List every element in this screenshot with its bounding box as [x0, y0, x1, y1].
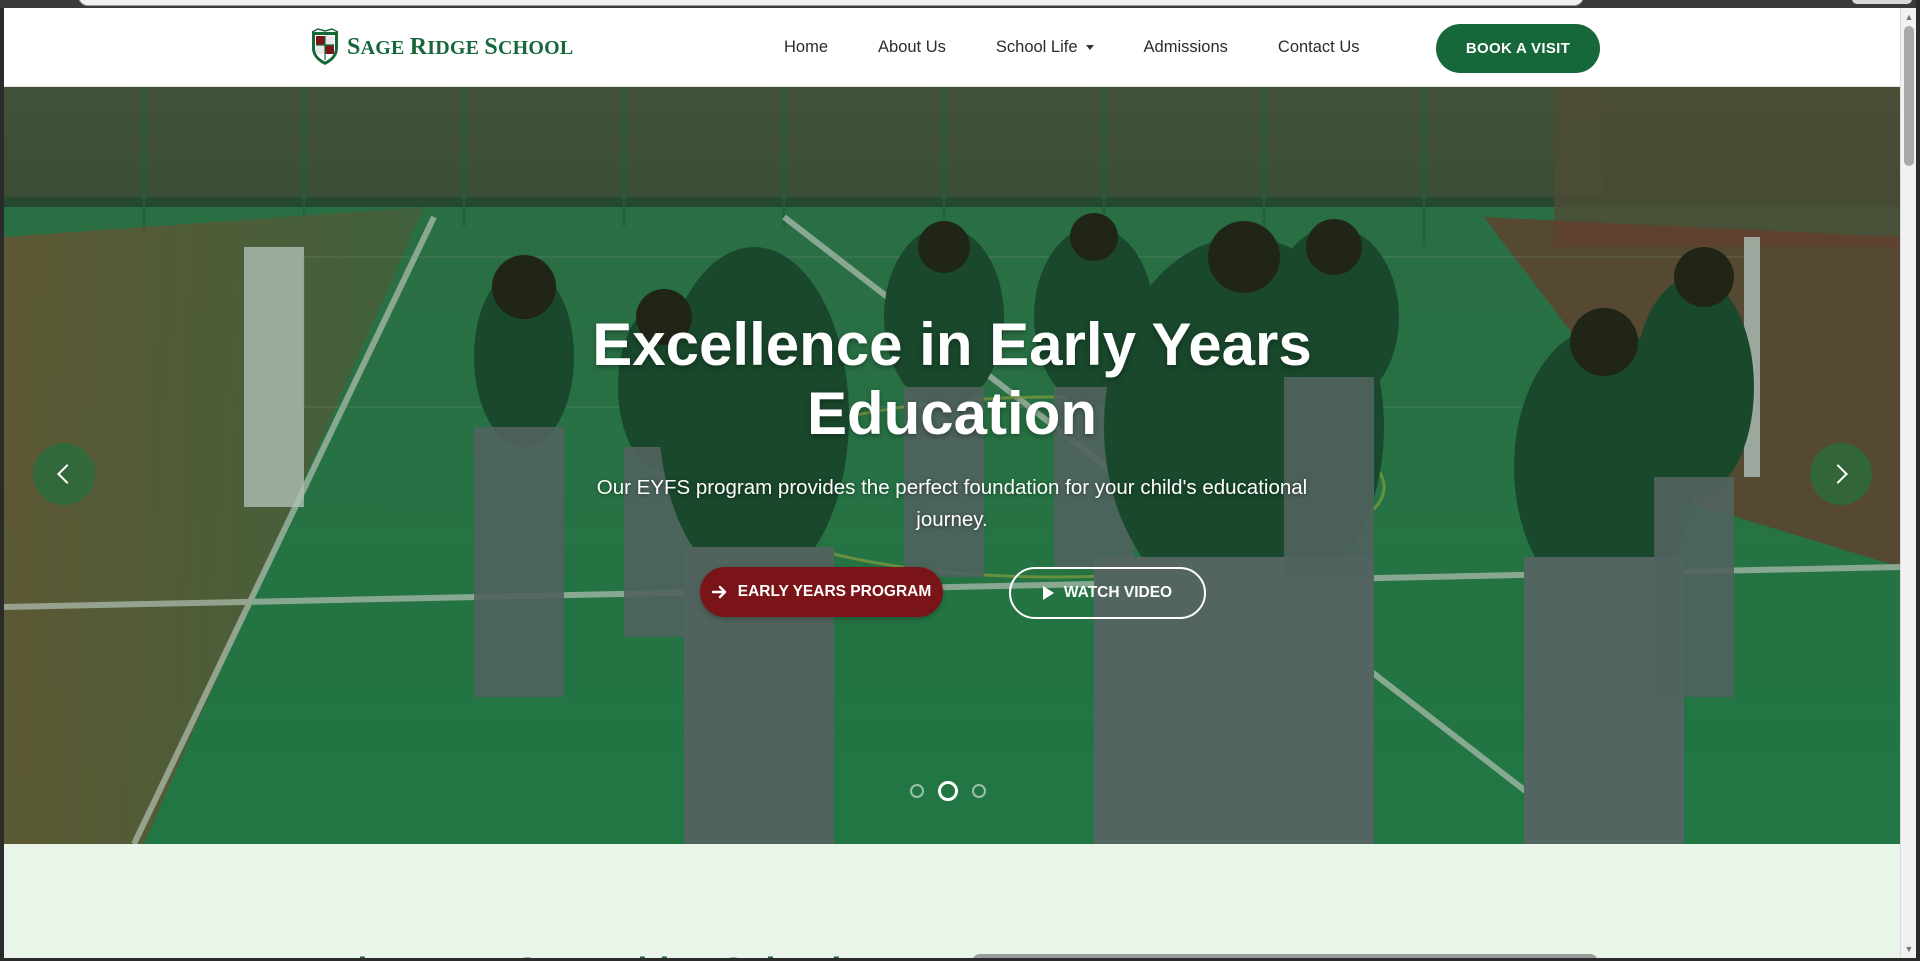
early-years-program-label: EARLY YEARS PROGRAM — [737, 583, 932, 600]
chevron-right-icon — [1828, 464, 1848, 484]
watch-video-button[interactable]: WATCH VIDEO — [1009, 567, 1206, 619]
play-icon — [1042, 586, 1054, 600]
nav-school-life-label: School Life — [995, 37, 1078, 56]
school-crest-icon — [311, 28, 339, 65]
navbar: SAGE RIDGE SCHOOL Home About Us School L… — [4, 8, 1900, 87]
address-bar[interactable] — [78, 0, 1584, 6]
main-nav: Home About Us School Life Admissions Con… — [784, 8, 1410, 86]
site-logo[interactable]: SAGE RIDGE SCHOOL — [309, 27, 573, 67]
chevron-left-icon — [57, 464, 77, 484]
nav-contact-us[interactable]: Contact Us — [1278, 38, 1360, 57]
carousel-next-button[interactable] — [1810, 443, 1872, 505]
hero-carousel: Excellence in Early Years Education Our … — [4, 87, 1900, 844]
book-a-visit-button[interactable]: BOOK A VISIT — [1436, 24, 1600, 73]
page-viewport: SAGE RIDGE SCHOOL Home About Us School L… — [4, 8, 1900, 958]
arrow-right-icon — [711, 585, 726, 599]
vertical-scrollbar[interactable]: ▲ ▼ — [1900, 8, 1917, 958]
carousel-prev-button[interactable] — [33, 443, 95, 505]
nav-home-label: Home — [784, 37, 829, 56]
early-years-program-button[interactable]: EARLY YEARS PROGRAM — [700, 567, 943, 617]
hero-subtitle-line1: Our EYFS program provides the perfect fo… — [596, 476, 1308, 499]
window-control[interactable] — [1852, 0, 1912, 4]
caret-down-icon — [1085, 44, 1094, 50]
hero-title-line1: Excellence in Early Years — [592, 311, 1312, 378]
hero-subtitle-line2: journey. — [916, 508, 988, 531]
nav-school-life[interactable]: School Life — [996, 38, 1094, 57]
hero-overlay — [4, 87, 1900, 844]
hero-subtitle: Our EYFS program provides the perfect fo… — [564, 472, 1340, 536]
nav-about-us-label: About Us — [878, 37, 946, 56]
hero-title: Excellence in Early Years Education — [452, 310, 1452, 448]
nav-about-us[interactable]: About Us — [878, 38, 946, 57]
nav-contact-us-label: Contact Us — [1277, 37, 1360, 56]
scroll-up-icon[interactable]: ▲ — [1904, 12, 1914, 22]
scroll-down-icon[interactable]: ▼ — [1904, 944, 1914, 954]
hero-title-line2: Education — [806, 380, 1097, 447]
nav-admissions-label: Admissions — [1143, 37, 1228, 56]
carousel-indicator-2[interactable] — [938, 781, 958, 801]
welcome-title: Welcome to Sage Ridge School — [304, 950, 841, 958]
watch-video-label: WATCH VIDEO — [1063, 584, 1173, 601]
carousel-indicator-3[interactable] — [972, 784, 986, 798]
carousel-indicator-1[interactable] — [910, 784, 924, 798]
window-edge — [1916, 0, 1920, 961]
nav-admissions[interactable]: Admissions — [1144, 38, 1228, 57]
carousel-indicators — [910, 781, 986, 801]
scrollbar-thumb[interactable] — [1904, 26, 1914, 166]
logo-text: SAGE RIDGE SCHOOL — [347, 33, 574, 60]
browser-top-bar — [0, 0, 1920, 8]
welcome-section: Welcome to Sage Ridge School — [4, 844, 1900, 958]
nav-home[interactable]: Home — [784, 38, 828, 57]
